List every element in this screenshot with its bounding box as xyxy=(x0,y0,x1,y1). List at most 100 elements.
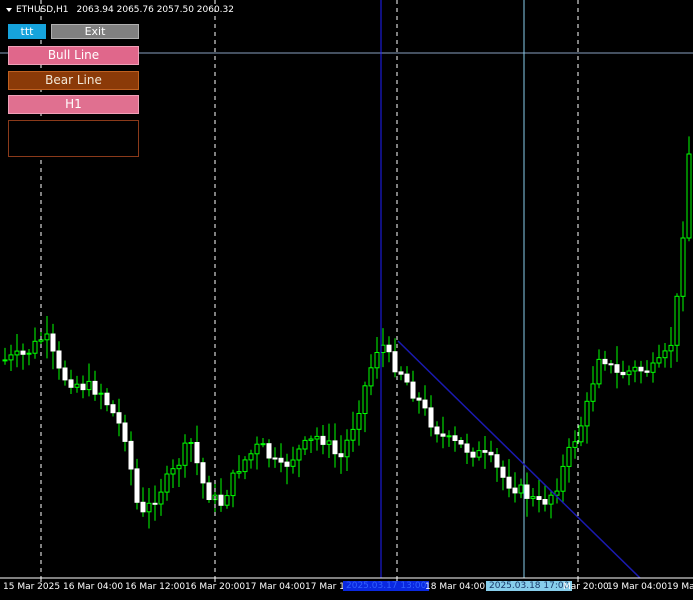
x-axis-label: 19 Mar 04:00 xyxy=(607,582,668,592)
candle-body xyxy=(386,344,392,353)
candle-body xyxy=(338,453,344,458)
crosshair-time-label-light-blue: 2025.03.18 17:00 xyxy=(486,581,573,591)
candle-body xyxy=(176,464,182,470)
exit-button[interactable]: Exit xyxy=(51,24,139,39)
candle-body xyxy=(170,468,176,475)
candle-body xyxy=(632,366,638,372)
candle-body xyxy=(260,443,266,446)
candle-body xyxy=(530,496,536,499)
x-axis-label: 16 Mar 04:00 xyxy=(63,582,124,592)
candle-body xyxy=(344,439,350,458)
x-axis-label: 18 Mar 04:00 xyxy=(425,582,486,592)
candle-body xyxy=(470,451,476,458)
candle-body xyxy=(272,457,278,460)
candle-body xyxy=(476,450,482,458)
bull-line-button[interactable]: Bull Line xyxy=(8,46,139,65)
candle-body xyxy=(68,379,74,388)
candle-body xyxy=(230,472,236,497)
candle-body xyxy=(512,487,518,494)
bear-trend-line xyxy=(397,340,641,579)
candle-body xyxy=(80,383,86,391)
candle-body xyxy=(44,333,50,341)
candle-body xyxy=(428,407,434,428)
candle-body xyxy=(140,501,146,513)
candle-body xyxy=(62,367,68,381)
candle-body xyxy=(326,440,332,445)
candle-body xyxy=(308,438,314,441)
candle-body xyxy=(182,442,188,466)
candle-body xyxy=(578,425,584,443)
candle-body xyxy=(392,351,398,373)
ttt-button[interactable]: ttt xyxy=(8,24,46,39)
candle-body xyxy=(494,454,500,468)
symbol-label: ETHUSD,H1 xyxy=(16,5,69,15)
candle-body xyxy=(98,392,104,395)
candle-body xyxy=(422,399,428,409)
price-chart[interactable] xyxy=(0,0,693,600)
candle-body xyxy=(56,350,62,369)
candle-body xyxy=(278,457,284,463)
candle-body xyxy=(596,358,602,385)
chevron-down-icon[interactable] xyxy=(6,8,12,12)
candle-body xyxy=(296,448,302,461)
candle-body xyxy=(452,435,458,441)
candle-body xyxy=(398,371,404,375)
candle-body xyxy=(332,440,338,455)
candle-body xyxy=(674,295,680,346)
candle-body xyxy=(686,153,692,239)
candle-body xyxy=(266,443,272,459)
candlesticks xyxy=(2,136,692,529)
candle-body xyxy=(134,468,140,503)
candle-body xyxy=(560,465,566,492)
candle-body xyxy=(248,453,254,461)
candle-body xyxy=(362,385,368,414)
candle-body xyxy=(434,426,440,435)
candle-body xyxy=(194,442,200,464)
candle-body xyxy=(458,440,464,445)
candle-body xyxy=(236,471,242,474)
candle-body xyxy=(614,364,620,373)
candle-body xyxy=(446,435,452,438)
crosshair-time-label-blue: 2025.03.17 13:00 xyxy=(343,581,430,591)
candle-body xyxy=(350,428,356,441)
candle-body xyxy=(506,476,512,489)
candle-body xyxy=(680,237,686,297)
candle-body xyxy=(38,339,44,342)
candle-body xyxy=(242,459,248,473)
candle-body xyxy=(74,383,80,388)
candle-body xyxy=(644,370,650,373)
candle-body xyxy=(146,502,152,513)
candle-body xyxy=(380,344,386,354)
candle-body xyxy=(500,466,506,478)
candle-body xyxy=(314,435,320,440)
candle-body xyxy=(602,358,608,365)
candle-body xyxy=(416,397,422,401)
candle-body xyxy=(158,491,164,505)
x-axis-label: 16 Mar 12:00 xyxy=(125,582,186,592)
candle-body xyxy=(608,363,614,366)
bear-line-button[interactable]: Bear Line xyxy=(8,71,139,90)
candle-body xyxy=(542,499,548,505)
candle-body xyxy=(404,373,410,383)
candle-body xyxy=(200,462,206,484)
candle-body xyxy=(20,350,26,355)
candle-body xyxy=(584,400,590,427)
candle-body xyxy=(620,371,626,376)
candle-body xyxy=(374,352,380,369)
candle-body xyxy=(92,380,98,395)
candle-body xyxy=(152,502,158,505)
candle-body xyxy=(128,440,134,470)
h1-button[interactable]: H1 xyxy=(8,95,139,114)
x-axis-label: 16 Mar 20:00 xyxy=(185,582,246,592)
info-box[interactable] xyxy=(8,120,139,157)
candle-body xyxy=(440,433,446,437)
candle-body xyxy=(116,412,122,424)
candle-body xyxy=(590,383,596,402)
candle-body xyxy=(668,344,674,352)
candle-body xyxy=(536,496,542,501)
candle-body xyxy=(188,442,194,444)
candle-body xyxy=(224,495,230,506)
candle-body xyxy=(2,359,8,362)
candle-body xyxy=(548,494,554,505)
candle-body xyxy=(638,366,644,372)
